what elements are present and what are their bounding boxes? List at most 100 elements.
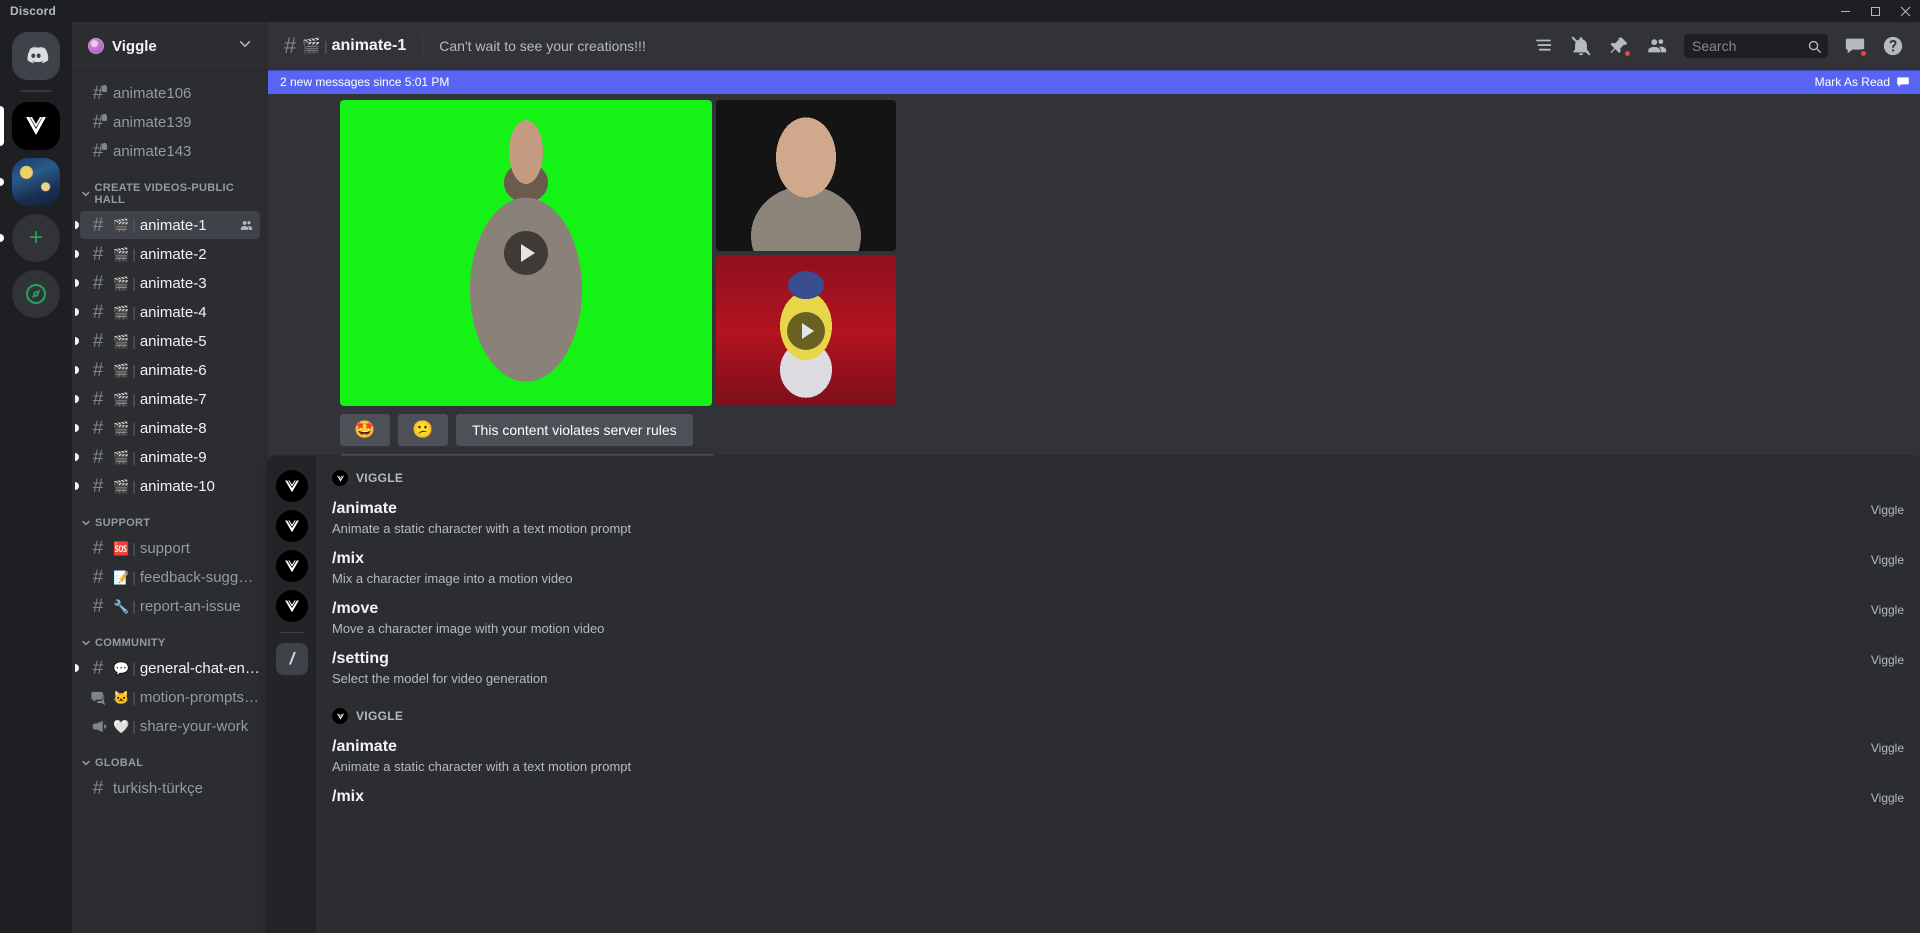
video-thumbnail-dark[interactable] — [716, 100, 896, 251]
autocomplete-command-list[interactable]: VIGGLE /animate Animate a static charact… — [316, 456, 1920, 933]
hash-icon: # — [92, 388, 104, 410]
channel-label: motion-prompts-s... — [139, 688, 260, 706]
channel-label: support — [139, 539, 190, 557]
app-viggle-2[interactable] — [276, 510, 308, 542]
sidebar-item-animate-7[interactable]: # 🎬 | animate-7 — [75, 385, 260, 413]
video-thumbnail-red[interactable] — [716, 255, 896, 406]
clapperboard-icon: 🎬 — [113, 304, 130, 320]
category-global[interactable]: GLOBAL — [72, 741, 268, 773]
unread-dot — [75, 250, 79, 258]
hash-icon: # — [92, 417, 104, 439]
play-button[interactable] — [504, 231, 548, 275]
title-bar: Discord — [0, 0, 1920, 22]
sidebar-item-general-chat-english[interactable]: # 💬 | general-chat-english — [75, 654, 260, 682]
command-name: /mix — [332, 550, 365, 567]
sidebar-item-turkish[interactable]: # turkish-türkçe — [80, 774, 260, 802]
sidebar-item-share-your-work[interactable]: 🤍 | share-your-work — [80, 712, 260, 740]
sidebar-item-support[interactable]: # 🆘 | support — [80, 534, 260, 562]
hash-icon: # — [92, 330, 104, 352]
add-server-button[interactable]: + — [12, 214, 60, 262]
search-box[interactable] — [1684, 34, 1828, 58]
sidebar-item-animate-4[interactable]: # 🎬 | animate-4 — [75, 298, 260, 326]
chat-header: # 🎬 | animate-1 Can't wait to see your c… — [268, 22, 1920, 70]
sidebar-item-animate-9[interactable]: # 🎬 | animate-9 — [75, 443, 260, 471]
clapperboard-icon: 🎬 — [113, 217, 130, 233]
home-button[interactable] — [12, 32, 60, 80]
chevron-down-icon[interactable] — [236, 35, 254, 58]
members-icon[interactable] — [239, 218, 254, 233]
sidebar-channel-animate143[interactable]: # animate143 — [80, 137, 260, 165]
sidebar-channel-animate139[interactable]: # animate139 — [80, 108, 260, 136]
app-viggle-3[interactable] — [276, 550, 308, 582]
reaction-star-eyes-button[interactable]: 🤩 — [340, 414, 390, 446]
hash-icon: # — [92, 214, 104, 236]
unread-dot — [75, 482, 79, 490]
category-create-videos[interactable]: CREATE VIDEOS-PUBLIC HALL — [72, 166, 268, 210]
command-description: Animate a static character with a text m… — [332, 759, 632, 774]
channel-label: animate-7 — [139, 390, 207, 408]
speech-balloon-icon: 💬 — [113, 660, 130, 676]
mark-as-read-label: Mark As Read — [1814, 75, 1890, 89]
report-violation-button[interactable]: This content violates server rules — [456, 414, 693, 446]
sidebar-item-animate-2[interactable]: # 🎬 | animate-2 — [75, 240, 260, 268]
active-server-pill — [0, 106, 4, 146]
reaction-face-button[interactable]: 😕 — [398, 414, 448, 446]
help-icon[interactable] — [1882, 35, 1904, 57]
member-list-icon[interactable] — [1646, 35, 1668, 57]
video-green-screen[interactable] — [340, 100, 712, 406]
maximize-button[interactable] — [1860, 0, 1890, 22]
channel-topic: Can't wait to see your creations!!! — [439, 38, 646, 54]
separator: | — [132, 304, 136, 320]
category-community[interactable]: COMMUNITY — [72, 621, 268, 653]
sidebar-item-animate-3[interactable]: # 🎬 | animate-3 — [75, 269, 260, 297]
window-controls — [1830, 0, 1920, 22]
pinned-messages-icon[interactable] — [1608, 35, 1632, 58]
command-source: Viggle — [1870, 553, 1904, 567]
command-name: /animate — [332, 500, 397, 517]
server-header[interactable]: Viggle — [72, 22, 268, 70]
notification-muted-icon[interactable] — [1570, 35, 1592, 57]
server-starry[interactable] — [12, 158, 60, 206]
sidebar-item-animate-1[interactable]: # 🎬 | animate-1 — [75, 211, 260, 239]
sidebar-item-feedback[interactable]: # 📝 | feedback-suggesti... — [80, 563, 260, 591]
memo-icon: 📝 — [113, 569, 130, 585]
hash-icon: # — [92, 595, 104, 617]
inbox-icon[interactable] — [1844, 35, 1868, 58]
command-item-animate[interactable]: /animate Animate a static character with… — [316, 494, 1920, 544]
command-item-setting[interactable]: /setting Select the model for video gene… — [316, 644, 1920, 694]
play-button[interactable] — [787, 311, 825, 350]
sidebar-item-animate-5[interactable]: # 🎬 | animate-5 — [75, 327, 260, 355]
threads-icon[interactable] — [1532, 35, 1554, 57]
unread-dot — [75, 366, 79, 374]
sidebar-item-report-an-issue[interactable]: # 🔧 | report-an-issue — [80, 592, 260, 620]
hash-icon: # — [284, 33, 297, 58]
server-name: Viggle — [112, 37, 157, 55]
sidebar-item-animate-10[interactable]: # 🎬 | animate-10 — [75, 472, 260, 500]
discord-home-icon — [27, 46, 49, 64]
server-viggle[interactable] — [12, 102, 60, 150]
command-item-move[interactable]: /move Move a character image with your m… — [316, 594, 1920, 644]
sidebar-item-motion-prompts[interactable]: 🐱 | motion-prompts-s... — [80, 683, 260, 711]
minimize-button[interactable] — [1830, 0, 1860, 22]
channel-label: general-chat-english — [139, 659, 260, 677]
command-item-animate-2[interactable]: /animate Animate a static character with… — [316, 732, 1920, 782]
command-item-mix[interactable]: /mix Mix a character image into a motion… — [316, 544, 1920, 594]
explore-servers-button[interactable] — [12, 270, 60, 318]
slash-tab[interactable]: / — [276, 643, 308, 675]
app-viggle-1[interactable] — [276, 470, 308, 502]
search-input[interactable] — [1692, 38, 1807, 54]
media-attachments — [340, 94, 900, 406]
sidebar-item-animate-8[interactable]: # 🎬 | animate-8 — [75, 414, 260, 442]
sidebar-channel-animate106[interactable]: # animate106 — [80, 79, 260, 107]
clapperboard-icon: 🎬 — [113, 246, 130, 262]
hash-icon: # — [92, 537, 104, 559]
close-button[interactable] — [1890, 0, 1920, 22]
channel-label: report-an-issue — [139, 597, 241, 615]
server-unread-pill — [0, 178, 4, 186]
mark-as-read-button[interactable]: Mark As Read — [1815, 75, 1910, 89]
command-description: Move a character image with your motion … — [332, 621, 605, 636]
command-item-mix-2[interactable]: /mix Viggle — [316, 782, 1920, 814]
sidebar-item-animate-6[interactable]: # 🎬 | animate-6 — [75, 356, 260, 384]
app-viggle-4[interactable] — [276, 590, 308, 622]
category-support[interactable]: SUPPORT — [72, 501, 268, 533]
